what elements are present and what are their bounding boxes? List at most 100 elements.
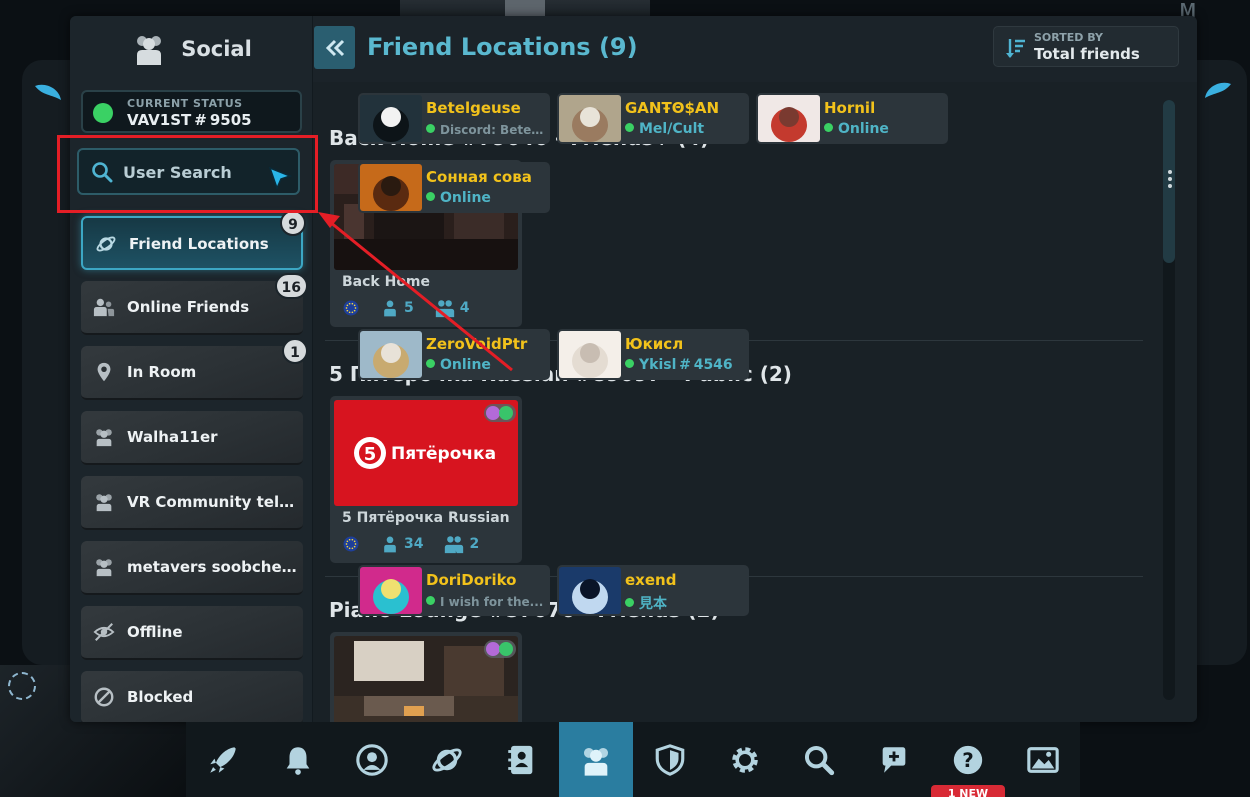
toolbar-gear-button[interactable]	[708, 722, 783, 797]
world-user-count: 5	[404, 300, 414, 316]
sidebar-item-offline[interactable]: Offline	[81, 606, 303, 660]
sidebar-item-friend-locations[interactable]: Friend Locations 9	[81, 210, 306, 270]
friend-name: Юкисл	[625, 335, 684, 353]
world-logo-number: 5	[364, 444, 377, 465]
new-badge: 1 NEW	[931, 785, 1005, 797]
toolbar-contacts-button[interactable]	[484, 722, 559, 797]
user-icon	[384, 300, 396, 317]
toolbar-social-button[interactable]	[558, 722, 633, 797]
sort-label: SORTED BY	[1034, 31, 1103, 44]
world-card[interactable]: 5 Пятёрочка 5 Пятёрочка Russian 34 2	[330, 396, 522, 563]
count-badge: 1	[282, 338, 308, 364]
globe-eu-icon	[343, 300, 359, 316]
friend-avatar	[559, 331, 621, 378]
group-icon	[96, 429, 112, 447]
friend-status: Ykisl # 4546	[625, 357, 743, 373]
friend-avatar	[360, 567, 422, 614]
friend-card[interactable]: Hornil Online	[756, 93, 948, 144]
sidebar-item-blocked[interactable]: Blocked	[81, 671, 303, 722]
sidebar-item-vr-community-telegram[interactable]: VR Community telegram	[81, 476, 303, 530]
globe-eu-icon	[343, 536, 359, 552]
planet-icon	[432, 748, 462, 771]
toolbar-gallery-button[interactable]	[1006, 722, 1081, 797]
world-tags-badge	[484, 640, 516, 658]
friend-avatar	[559, 567, 621, 614]
friend-card[interactable]: Юкисл Ykisl # 4546	[557, 329, 749, 380]
page-title: Friend Locations (9)	[367, 33, 638, 61]
sidebar-item-label: Blocked	[127, 688, 194, 706]
sidebar-item-metavers-soobchestvo[interactable]: metavers soobchestvo	[81, 541, 303, 595]
cursor-pointer-icon	[268, 166, 293, 191]
count-badge: 9	[280, 210, 306, 236]
svg-text:?: ?	[962, 749, 974, 772]
collapse-sidebar-button[interactable]	[314, 26, 355, 69]
sidebar-item-label: In Room	[127, 363, 197, 381]
friend-status: Discord: Betelgeuse	[426, 123, 544, 137]
world-logo-text: Пятёрочка	[391, 444, 496, 464]
sidebar-title: Social	[181, 37, 252, 61]
toolbar-rocket-button[interactable]	[186, 722, 261, 797]
friend-status: Online	[426, 190, 544, 206]
friends-icon	[435, 300, 454, 318]
user-search-button[interactable]: User Search	[77, 148, 300, 195]
toolbar-planet-button[interactable]	[410, 722, 485, 797]
friend-avatar	[360, 331, 422, 378]
friend-avatar-frame	[758, 95, 820, 142]
sidebar-item-label: Friend Locations	[129, 235, 269, 253]
contacts-icon	[508, 745, 533, 774]
feather-icon	[35, 84, 61, 100]
current-status[interactable]: CURRENT STATUS VAV1ST # 9505	[81, 90, 302, 133]
sort-icon	[1006, 39, 1025, 58]
sidebar-item-in-room[interactable]: In Room 1	[81, 338, 308, 400]
sidebar-item-label: VR Community telegram	[127, 493, 297, 511]
friend-card[interactable]: exend 見本	[557, 565, 749, 616]
group-icon	[96, 559, 112, 577]
double-chevron-left-icon	[325, 39, 344, 56]
sidebar-item-walha11er[interactable]: Walha11er	[81, 411, 303, 465]
sort-dropdown[interactable]: SORTED BY Total friends	[993, 26, 1179, 67]
world-friend-count: 4	[459, 300, 470, 316]
search-icon	[92, 162, 113, 183]
friend-locations-list: Back Home #79646 - Friends+ (4) Back Hom…	[313, 82, 1197, 722]
friend-avatar-frame	[559, 331, 621, 378]
friend-card[interactable]: Betelgeuse Discord: Betelgeuse	[358, 93, 550, 144]
search-icon	[805, 745, 835, 775]
world-user-count: 34	[404, 536, 424, 552]
friend-name: Hornil	[824, 99, 876, 117]
online-friends-icon	[93, 298, 115, 317]
blocked-icon	[94, 687, 114, 707]
sidebar-item-label: Walha11er	[127, 428, 218, 446]
sidebar-item-label: Online Friends	[127, 298, 250, 316]
toolbar-profile-button[interactable]	[335, 722, 410, 797]
friend-card[interactable]: Сонная сова Online	[358, 162, 550, 213]
world-stats: 34 2	[342, 534, 479, 554]
chat-icon	[882, 746, 906, 773]
profile-icon	[356, 743, 388, 776]
world-name: 5 Пятёрочка Russian	[342, 510, 510, 526]
friend-name: ZeroVoidPtr	[426, 335, 528, 353]
friends-icon	[445, 536, 464, 554]
toolbar-search-button[interactable]	[782, 722, 857, 797]
toolbar-shield-button[interactable]	[633, 722, 708, 797]
user-icon	[384, 536, 396, 553]
friend-card[interactable]: ZeroVoidPtr Online	[358, 329, 550, 380]
friend-card[interactable]: DoriDoriko I wish for the...	[358, 565, 550, 616]
friend-status: Mel/Cult	[625, 121, 743, 137]
feather-icon	[1205, 82, 1231, 98]
world-card[interactable]: Piano Lounge	[330, 632, 522, 722]
friend-avatar-frame	[360, 95, 422, 142]
group-icon	[96, 494, 112, 512]
friend-avatar-frame	[360, 331, 422, 378]
sidebar-item-label: Offline	[127, 623, 183, 641]
toolbar-bell-button[interactable]	[261, 722, 336, 797]
friend-avatar-frame	[360, 567, 422, 614]
planet-icon	[96, 236, 116, 252]
friend-card[interactable]: GANŦΘ$AN Mel/Cult	[557, 93, 749, 144]
social-icon	[583, 747, 608, 776]
sort-value: Total friends	[1034, 45, 1140, 63]
sidebar: Social CURRENT STATUS VAV1ST # 9505 User…	[70, 16, 313, 722]
user-search-label: User Search	[123, 163, 232, 182]
drag-handle-icon[interactable]	[1168, 170, 1172, 191]
sidebar-item-online-friends[interactable]: Online Friends 16	[81, 273, 308, 335]
toolbar-chat-button[interactable]	[857, 722, 932, 797]
